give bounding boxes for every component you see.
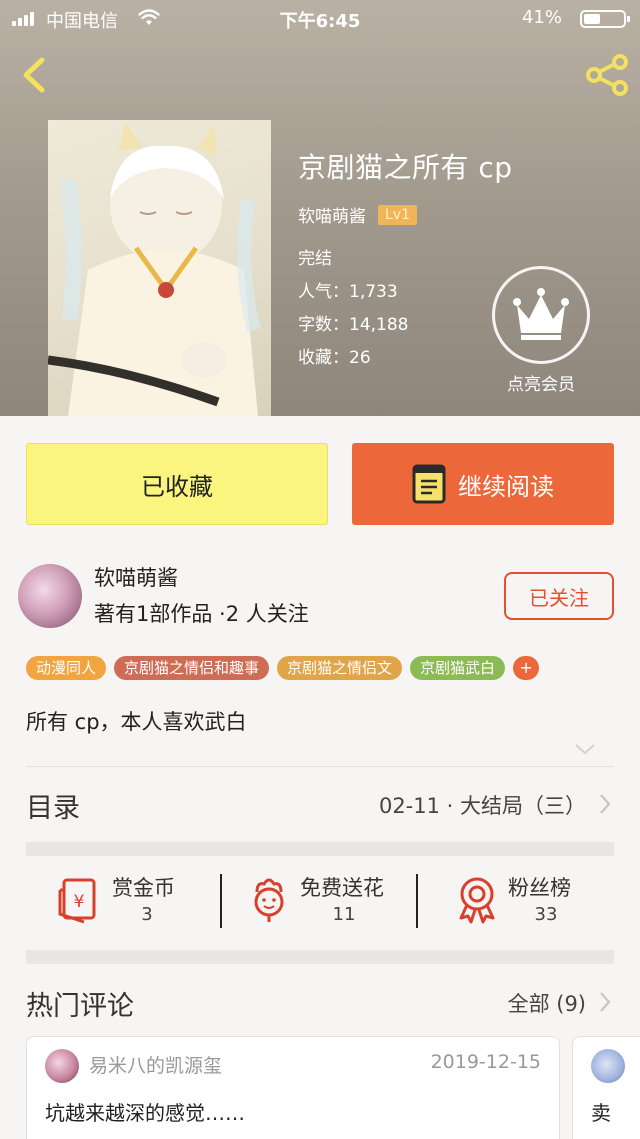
latest-chapter: 02-11 · 大结局（三）: [378, 794, 586, 818]
stat-label: 粉丝榜: [508, 876, 571, 900]
section-separator: [26, 950, 614, 964]
author-card[interactable]: 软喵萌酱 著有1部作品 ·2 人关注 已关注: [18, 558, 622, 638]
comment-text: 卖: [591, 1101, 611, 1125]
chevron-down-icon[interactable]: [574, 742, 596, 756]
level-badge: Lv1: [378, 204, 417, 225]
follow-button[interactable]: 已关注: [504, 572, 614, 620]
chevron-right-icon: [600, 794, 611, 814]
book-title: 京剧猫之所有 cp: [298, 151, 513, 184]
collected-label: 已收藏: [141, 472, 213, 501]
comment-card[interactable]: 易米八的凯源玺 2019-12-15 坑越来越深的感觉……: [26, 1036, 560, 1139]
crown-icon: [513, 288, 569, 340]
flower-icon: [254, 878, 284, 922]
stat-label: 赏金币: [112, 876, 175, 900]
stat-value: 33: [534, 904, 558, 925]
reward-stats: ¥ 赏金币 3 免费送花 11 粉丝榜 33: [26, 866, 614, 936]
share-icon[interactable]: [584, 52, 630, 98]
coin-reward-button[interactable]: ¥ 赏金币 3: [56, 866, 236, 936]
back-icon[interactable]: [14, 54, 54, 96]
comment-text: 坑越来越深的感觉……: [45, 1101, 245, 1125]
book-description: 所有 cp，本人喜欢武白: [26, 710, 247, 734]
comment-date: 2019-12-15: [430, 1051, 541, 1073]
commenter-avatar[interactable]: [591, 1049, 625, 1083]
continue-reading-button[interactable]: 继续阅读: [352, 443, 614, 525]
divider: [26, 766, 614, 767]
battery-percent: 41%: [521, 7, 562, 28]
stat-value: 11: [332, 904, 356, 925]
divider: [220, 874, 222, 928]
book-cover[interactable]: [48, 120, 271, 416]
tag-item[interactable]: 京剧猫武白: [410, 656, 506, 680]
vip-button[interactable]: 点亮会员: [492, 266, 590, 395]
book-author[interactable]: 软喵萌酱: [298, 202, 366, 227]
commenter-name[interactable]: 易米八的凯源玺: [89, 1051, 222, 1078]
chevron-right-icon: [600, 992, 611, 1012]
popularity-stat: 人气：1,733: [298, 282, 398, 302]
word-count-stat: 字数：14,188: [298, 315, 409, 335]
fan-ranking-button[interactable]: 粉丝榜 33: [452, 866, 614, 936]
vip-label: 点亮会员: [507, 375, 575, 395]
book-info: 京剧猫之所有 cp 软喵萌酱 Lv1 完结 人气：1,733 字数：14,188…: [298, 146, 513, 375]
author-name[interactable]: 软喵萌酱: [94, 562, 178, 592]
tag-list: 动漫同人 京剧猫之情侣和趣事 京剧猫之情侣文 京剧猫武白 +: [26, 656, 540, 680]
medal-icon: [459, 877, 495, 924]
book-icon: [412, 464, 446, 504]
favorites-stat: 收藏：26: [298, 348, 371, 368]
collected-button[interactable]: 已收藏: [26, 443, 328, 525]
hot-comments-header[interactable]: 热门评论 全部 (9): [26, 982, 614, 1026]
battery-icon: [580, 10, 630, 28]
more-tags-button[interactable]: +: [513, 656, 540, 680]
stat-label: 免费送花: [300, 876, 384, 900]
tag-item[interactable]: 动漫同人: [26, 656, 107, 680]
svg-text:¥: ¥: [74, 892, 85, 912]
status-bar: 中国电信 下午6:45 41%: [0, 0, 640, 36]
tag-item[interactable]: 京剧猫之情侣和趣事: [114, 656, 270, 680]
commenter-avatar[interactable]: [45, 1049, 79, 1083]
book-header: 中国电信 下午6:45 41% 京剧猫之所有 cp 软喵萌酱 Lv1 完结 人气…: [0, 0, 640, 416]
book-status: 完结: [298, 249, 332, 269]
all-comments-link[interactable]: 全部 (9): [508, 988, 586, 1018]
toc-label: 目录: [26, 793, 80, 824]
author-stats: 著有1部作品 ·2 人关注: [94, 602, 309, 626]
stat-value: 3: [141, 904, 153, 925]
follow-label: 已关注: [529, 585, 589, 610]
send-flower-button[interactable]: 免费送花 11: [244, 866, 424, 936]
continue-reading-label: 继续阅读: [458, 472, 554, 501]
hot-comments-label: 热门评论: [26, 991, 134, 1022]
comment-card[interactable]: 卖: [572, 1036, 640, 1139]
section-separator: [26, 842, 614, 856]
table-of-contents-row[interactable]: 目录 02-11 · 大结局（三）: [26, 784, 614, 828]
author-avatar[interactable]: [18, 564, 82, 628]
divider: [416, 874, 418, 928]
tag-item[interactable]: 京剧猫之情侣文: [277, 656, 403, 680]
